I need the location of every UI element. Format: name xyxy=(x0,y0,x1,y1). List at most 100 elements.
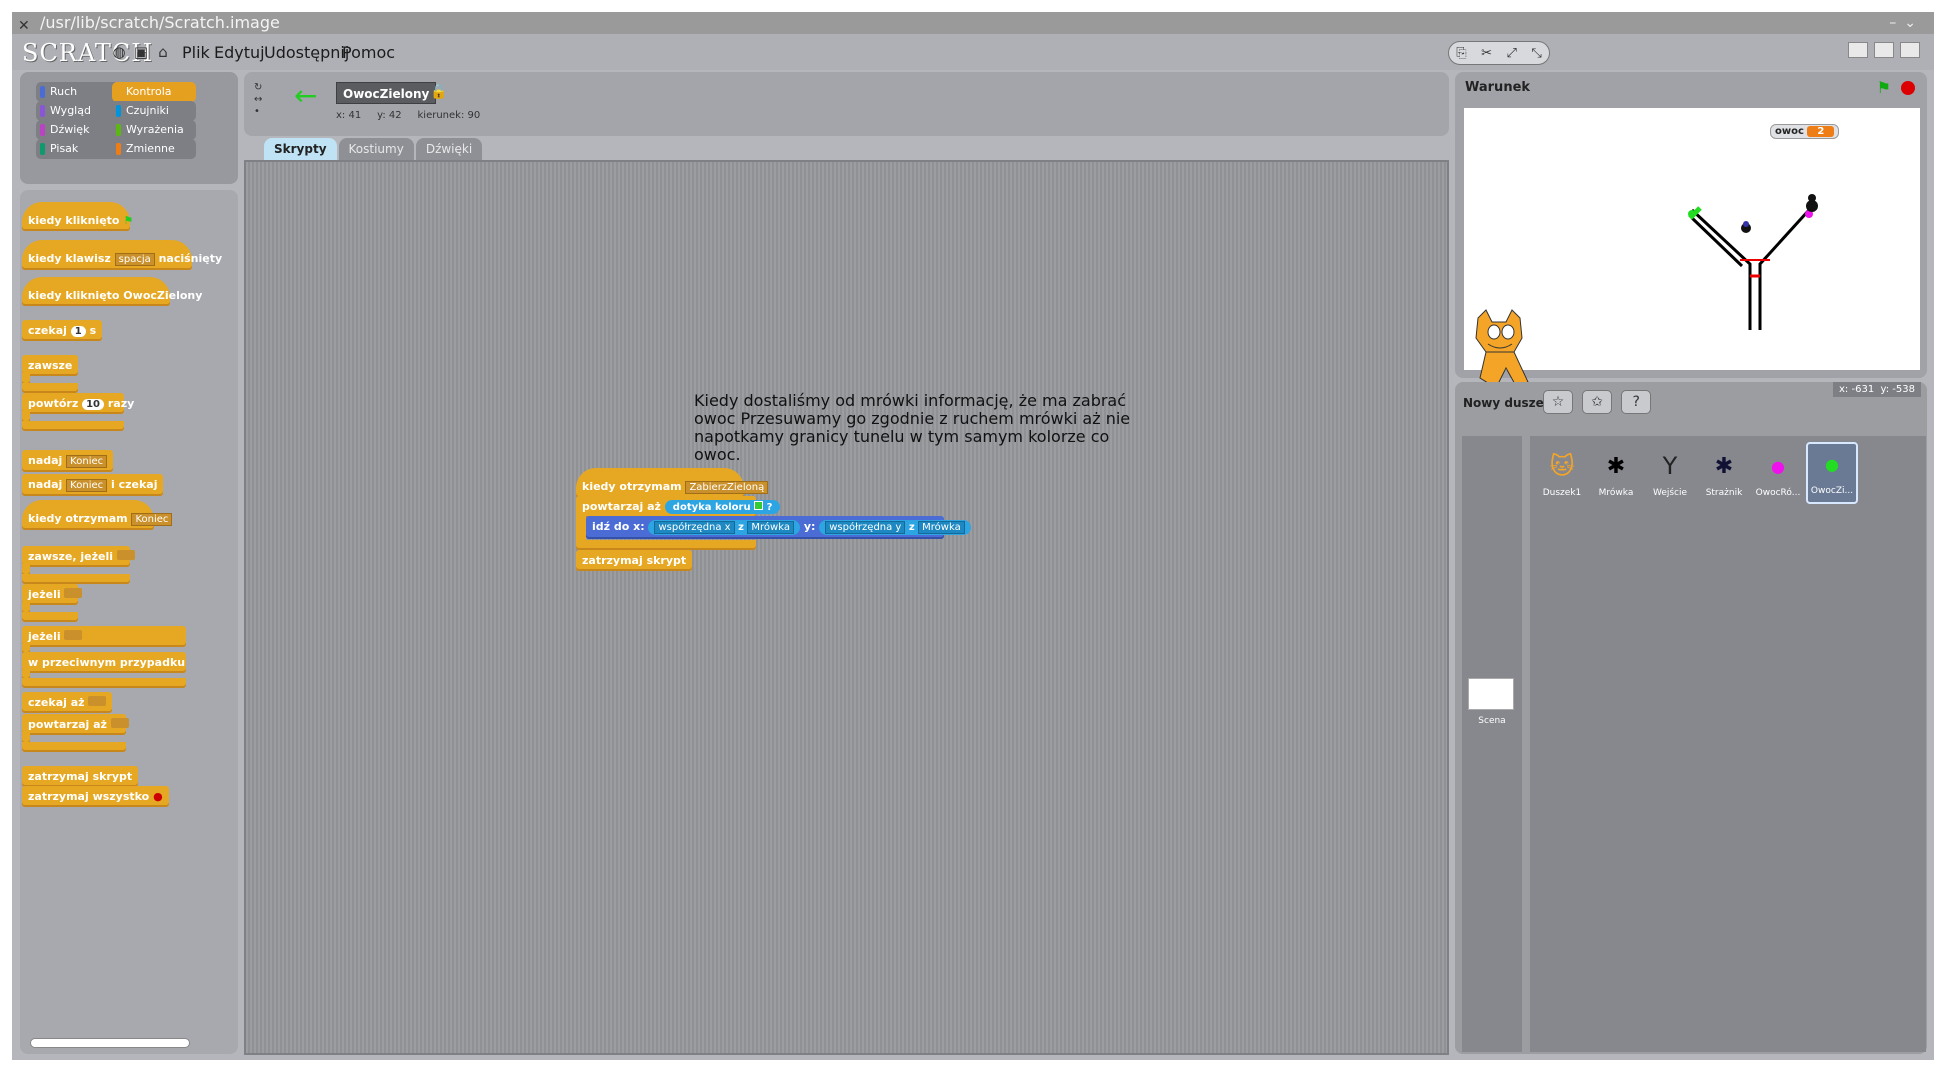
script-stop-script[interactable]: zatrzymaj skrypt xyxy=(576,550,693,571)
scripts-area[interactable]: Kiedy dostaliśmy od mrówki informację, ż… xyxy=(244,160,1449,1055)
message-dropdown[interactable]: Koniec xyxy=(66,455,108,468)
block-text: powtarzaj aż xyxy=(28,718,107,731)
y-position-reporter[interactable]: współrzędna y z Mrówka xyxy=(819,520,971,535)
sprite-name-field[interactable]: OwocZielony xyxy=(336,82,437,104)
category-panel: Ruch Kontrola Wygląd Czujniki Dźwięk Wyr… xyxy=(20,72,238,184)
green-flag-icon[interactable]: ⚑ xyxy=(1877,78,1891,97)
block-if[interactable]: jeżeli xyxy=(22,584,83,605)
touching-color-block[interactable]: dotyka koloru ? xyxy=(664,500,781,514)
block-wait-until[interactable]: czekaj aż xyxy=(22,692,113,713)
random-sprite-button[interactable]: ? xyxy=(1621,390,1652,414)
x-position-reporter[interactable]: współrzędna x z Mrówka xyxy=(648,520,800,535)
block-repeat-until[interactable]: powtarzaj aż xyxy=(22,714,129,735)
condition-slot[interactable] xyxy=(64,630,83,640)
block-repeat[interactable]: powtórz 10 razy xyxy=(22,393,134,414)
block-wait[interactable]: czekaj 1 s xyxy=(22,320,103,341)
object-dropdown[interactable]: Mrówka xyxy=(918,521,965,534)
color-swatch[interactable] xyxy=(754,501,764,510)
category-sensing[interactable]: Czujniki xyxy=(112,101,196,121)
menu-share[interactable]: Udostępnij xyxy=(264,43,349,62)
stage[interactable]: owoc 2 xyxy=(1464,108,1920,389)
sprite-thumb-label: OwocZi... xyxy=(1810,486,1854,496)
stage-thumbnail[interactable] xyxy=(1468,678,1514,710)
y-label: y: xyxy=(377,110,386,121)
grow-icon[interactable]: ⤢ xyxy=(1506,46,1516,61)
category-label: Dźwięk xyxy=(50,123,90,136)
sprite-thumb-selected[interactable]: ● OwocZi... xyxy=(1806,442,1858,504)
block-stop-script[interactable]: zatrzymaj skrypt xyxy=(22,766,139,787)
block-when-receive[interactable]: kiedy otrzymam Koniec xyxy=(22,500,173,530)
key-dropdown[interactable]: spacja xyxy=(114,253,155,266)
condition-slot[interactable] xyxy=(116,550,135,560)
block-text: kiedy otrzymam xyxy=(28,512,128,525)
sprite-thumb[interactable]: 🐱 Duszek1 xyxy=(1536,446,1588,498)
normal-stage-button[interactable] xyxy=(1874,42,1894,58)
window-controls[interactable]: –⌄ xyxy=(1889,12,1924,34)
lock-icon[interactable]: 🔒 xyxy=(430,84,447,100)
tab-sounds[interactable]: Dźwięki xyxy=(415,138,483,160)
palette-scrollbar[interactable] xyxy=(30,1038,190,1048)
condition-slot[interactable] xyxy=(64,588,83,598)
block-broadcast[interactable]: nadaj Koniec xyxy=(22,450,114,472)
share-icon[interactable]: ⌂ xyxy=(154,43,172,61)
tab-costumes[interactable]: Kostiumy xyxy=(338,138,414,160)
number-slot[interactable]: 1 xyxy=(70,326,86,337)
condition-slot[interactable] xyxy=(88,696,107,706)
category-pen[interactable]: Pisak xyxy=(36,139,120,159)
c-foot xyxy=(22,742,126,752)
menu-help[interactable]: Pomoc xyxy=(342,43,395,62)
block-when-key[interactable]: kiedy klawisz spacja naciśnięty xyxy=(22,240,222,270)
delete-icon[interactable]: ✂ xyxy=(1481,46,1492,61)
tab-scripts[interactable]: Skrypty xyxy=(264,138,337,160)
tunnel-icon: Y xyxy=(1662,452,1678,480)
duplicate-icon[interactable]: ⎘ xyxy=(1456,46,1466,61)
globe-icon[interactable]: ◍ xyxy=(110,43,128,61)
condition-slot[interactable] xyxy=(110,718,129,728)
block-when-sprite-clicked[interactable]: kiedy kliknięto OwocZielony xyxy=(22,277,202,306)
sprite-thumb[interactable]: ✱ Mrówka xyxy=(1590,446,1642,499)
category-looks[interactable]: Wygląd xyxy=(36,101,120,121)
menu-file[interactable]: Plik xyxy=(182,43,210,62)
category-sound[interactable]: Dźwięk xyxy=(36,120,120,140)
message-dropdown[interactable]: ZabierzZieloną xyxy=(685,481,769,494)
choose-sprite-button[interactable]: ✩ xyxy=(1582,390,1613,414)
sprite-thumb[interactable]: Y Wejście xyxy=(1644,446,1696,498)
shrink-icon[interactable]: ⤡ xyxy=(1531,46,1541,61)
small-stage-button[interactable] xyxy=(1848,42,1868,58)
message-dropdown[interactable]: Koniec xyxy=(131,513,173,526)
block-broadcast-wait[interactable]: nadaj Koniec i czekaj xyxy=(22,474,164,496)
sprite-thumb-label: Strażnik xyxy=(1705,488,1743,498)
presentation-button[interactable] xyxy=(1900,42,1920,58)
category-operators[interactable]: Wyrażenia xyxy=(112,120,196,140)
script-repeat-until[interactable]: powtarzaj aż dotyka koloru ? xyxy=(576,496,781,518)
category-label: Kontrola xyxy=(126,85,172,98)
message-dropdown[interactable]: Koniec xyxy=(66,479,108,492)
block-text: naciśnięty xyxy=(158,252,223,265)
block-when-flag[interactable]: kiedy kliknięto ⚑ xyxy=(22,202,133,231)
script-when-receive[interactable]: kiedy otrzymam ZabierzZieloną xyxy=(576,468,769,498)
menu-edit[interactable]: Edytuj xyxy=(214,43,265,62)
category-control[interactable]: Kontrola xyxy=(112,82,196,102)
category-variables[interactable]: Zmienne xyxy=(112,139,196,159)
object-dropdown[interactable]: Mrówka xyxy=(747,521,794,534)
y-label: y: xyxy=(1880,384,1890,395)
sprite-thumb[interactable]: ● OwocRó... xyxy=(1752,446,1804,499)
attribute-dropdown[interactable]: współrzędna x xyxy=(654,521,735,534)
category-motion[interactable]: Ruch xyxy=(36,82,120,102)
stop-icon[interactable] xyxy=(1901,81,1915,95)
block-text: nadaj xyxy=(28,454,63,467)
block-stop-all[interactable]: zatrzymaj wszystko ● xyxy=(22,786,169,807)
block-if-else[interactable]: jeżeli xyxy=(22,626,186,647)
rotation-style-icons[interactable]: ↻ ↔ • xyxy=(254,82,266,118)
attribute-dropdown[interactable]: współrzędna y xyxy=(825,521,906,534)
block-forever[interactable]: zawsze xyxy=(22,355,78,376)
save-icon[interactable]: ▣ xyxy=(132,43,150,61)
sprite-thumb[interactable]: ✱ Strażnik xyxy=(1698,446,1750,499)
menubar: SCRATCH ◍ ▣ ⌂ Plik Edytuj Udostępnij Pom… xyxy=(12,34,1934,70)
x-value: 41 xyxy=(348,110,362,121)
stage-column: Scena xyxy=(1462,436,1522,1052)
paint-sprite-button[interactable]: ☆ xyxy=(1543,390,1573,414)
script-goto-xy[interactable]: idź do x: współrzędna x z Mrówka y: wspó… xyxy=(586,516,971,539)
block-forever-if[interactable]: zawsze, jeżeli xyxy=(22,546,135,567)
number-slot[interactable]: 10 xyxy=(82,399,105,410)
